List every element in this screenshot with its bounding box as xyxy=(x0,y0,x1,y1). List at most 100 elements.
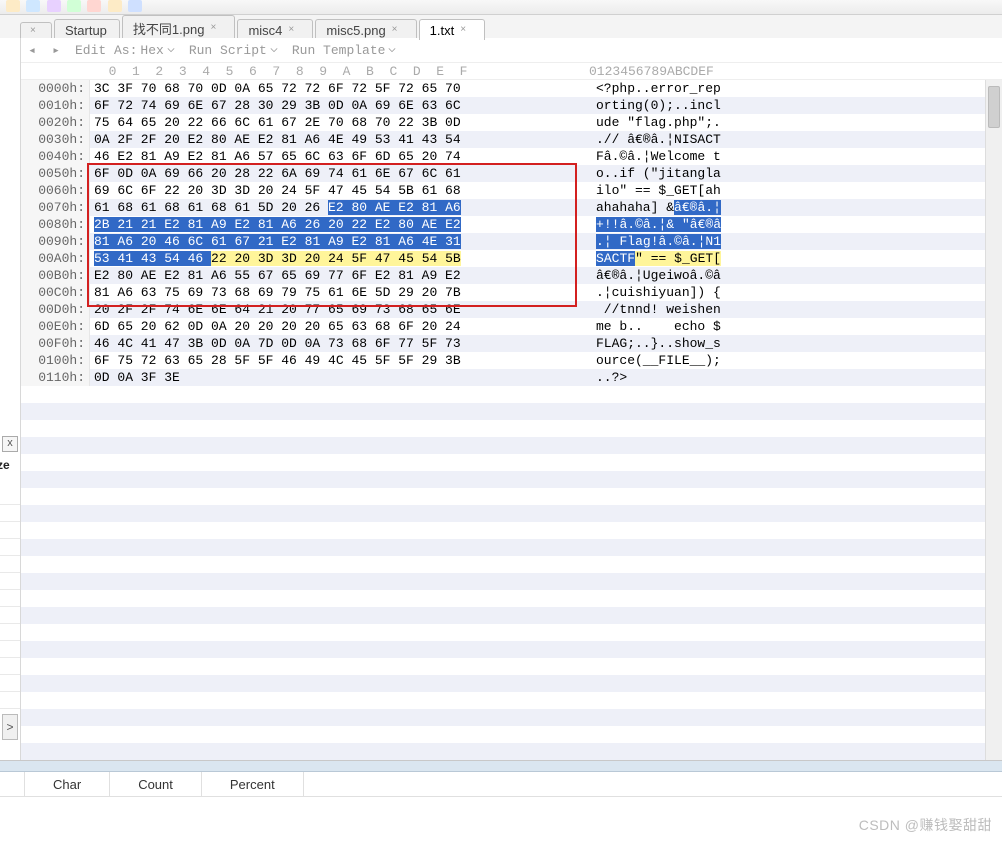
hex-row[interactable]: 00D0h:20 2F 2F 74 6E 6E 64 21 20 77 65 6… xyxy=(21,301,985,318)
close-icon[interactable]: × xyxy=(30,26,42,38)
hex-row[interactable]: 00C0h:81 A6 63 75 69 73 68 69 79 75 61 6… xyxy=(21,284,985,301)
tab-startup[interactable]: Startup xyxy=(54,19,120,40)
row-hex-bytes[interactable]: 6D 65 20 62 0D 0A 20 20 20 20 65 63 68 6… xyxy=(90,318,574,335)
run-script-dropdown[interactable]: Run Script xyxy=(189,43,278,58)
hex-row-empty xyxy=(21,709,985,726)
row-ascii[interactable]: o..if ("jitangla xyxy=(592,165,985,182)
row-ascii[interactable]: <?php..error_rep xyxy=(592,80,985,97)
row-hex-bytes[interactable]: E2 80 AE E2 81 A6 55 67 65 69 77 6F E2 8… xyxy=(90,267,574,284)
offset-header: 0 1 2 3 4 5 6 7 8 9 A B C D E F xyxy=(89,64,573,79)
row-address: 0050h: xyxy=(21,165,90,182)
vertical-scrollbar[interactable] xyxy=(985,80,1002,761)
row-hex-bytes[interactable]: 0D 0A 3F 3E xyxy=(90,369,574,386)
row-hex-bytes[interactable]: 46 E2 81 A9 E2 81 A6 57 65 6C 63 6F 6D 6… xyxy=(90,148,574,165)
row-hex-bytes[interactable]: 69 6C 6F 22 20 3D 3D 20 24 5F 47 45 54 5… xyxy=(90,182,574,199)
edit-as-label: Edit As: xyxy=(75,43,137,58)
row-ascii[interactable]: ude "flag.php";. xyxy=(592,114,985,131)
panel-handle[interactable] xyxy=(0,761,1002,772)
hex-row[interactable]: 0090h:81 A6 20 46 6C 61 67 21 E2 81 A9 E… xyxy=(21,233,985,250)
row-ascii[interactable]: .¦cuishiyuan]) { xyxy=(592,284,985,301)
row-hex-bytes[interactable]: 6F 72 74 69 6E 67 28 30 29 3B 0D 0A 69 6… xyxy=(90,97,574,114)
row-ascii[interactable]: .// â€®â.¦NISACT xyxy=(592,131,985,148)
hex-row[interactable]: 0000h:3C 3F 70 68 70 0D 0A 65 72 72 6F 7… xyxy=(21,80,985,97)
row-ascii[interactable]: SACTF" == $_GET[ xyxy=(592,250,985,267)
hex-row[interactable]: 0010h:6F 72 74 69 6E 67 28 30 29 3B 0D 0… xyxy=(21,97,985,114)
close-icon[interactable]: × xyxy=(210,23,222,35)
edit-as-value: Hex xyxy=(140,43,163,58)
row-ascii[interactable]: orting(0);..incl xyxy=(592,97,985,114)
hex-row[interactable]: 00B0h:E2 80 AE E2 81 A6 55 67 65 69 77 6… xyxy=(21,267,985,284)
row-hex-bytes[interactable]: 2B 21 21 E2 81 A9 E2 81 A6 26 20 22 E2 8… xyxy=(90,216,574,233)
hex-row[interactable]: 0070h:61 68 61 68 61 68 61 5D 20 26 E2 8… xyxy=(21,199,985,216)
col-percent[interactable]: Percent xyxy=(202,772,304,796)
edit-as-dropdown[interactable]: Edit As: Hex xyxy=(75,43,175,58)
hex-row[interactable]: 0040h:46 E2 81 A9 E2 81 A6 57 65 6C 63 6… xyxy=(21,148,985,165)
nav-back-button[interactable]: ◂ xyxy=(27,43,37,58)
row-ascii[interactable]: //tnnd! weishen xyxy=(592,301,985,318)
row-ascii[interactable]: Fâ.©â.¦Welcome t xyxy=(592,148,985,165)
panel-close-button[interactable]: x xyxy=(2,436,18,452)
tool-icon[interactable] xyxy=(6,0,20,12)
row-hex-bytes[interactable]: 20 2F 2F 74 6E 6E 64 21 20 77 65 69 73 6… xyxy=(90,301,574,318)
hex-row[interactable]: 00F0h:46 4C 41 47 3B 0D 0A 7D 0D 0A 73 6… xyxy=(21,335,985,352)
tool-icon[interactable] xyxy=(108,0,122,12)
hex-column-header: 0 1 2 3 4 5 6 7 8 9 A B C D E F 01234567… xyxy=(21,63,1002,80)
hex-row[interactable]: 0020h:75 64 65 20 22 66 6C 61 67 2E 70 6… xyxy=(21,114,985,131)
nav-fwd-button[interactable]: ▸ xyxy=(51,43,61,58)
row-ascii[interactable]: ource(__FILE__); xyxy=(592,352,985,369)
hex-row[interactable]: 0050h:6F 0D 0A 69 66 20 28 22 6A 69 74 6… xyxy=(21,165,985,182)
row-hex-bytes[interactable]: 81 A6 20 46 6C 61 67 21 E2 81 A9 E2 81 A… xyxy=(90,233,574,250)
tool-icon[interactable] xyxy=(128,0,142,12)
row-ascii[interactable]: â€®â.¦Ugeiwoâ.©â xyxy=(592,267,985,284)
row-ascii[interactable]: ..?> xyxy=(592,369,985,386)
tab-file-2[interactable]: misc4× xyxy=(237,19,313,40)
run-template-label: Run Template xyxy=(292,43,386,58)
row-ascii[interactable]: +!!â.©â.¦& "â€®â xyxy=(592,216,985,233)
row-address: 00D0h: xyxy=(21,301,90,318)
tab-file-3[interactable]: misc5.png× xyxy=(315,19,416,40)
hex-rows[interactable]: 0000h:3C 3F 70 68 70 0D 0A 65 72 72 6F 7… xyxy=(21,80,985,761)
hex-row[interactable]: 00E0h:6D 65 20 62 0D 0A 20 20 20 20 65 6… xyxy=(21,318,985,335)
row-ascii[interactable]: ahahaha] &â€®â.¦ xyxy=(592,199,985,216)
hex-row-empty xyxy=(21,692,985,709)
row-ascii[interactable]: FLAG;..}..show_s xyxy=(592,335,985,352)
scrollbar-thumb[interactable] xyxy=(988,86,1000,128)
hex-row[interactable]: 00A0h:53 41 43 54 46 22 20 3D 3D 20 24 5… xyxy=(21,250,985,267)
col-char[interactable]: Char xyxy=(25,772,110,796)
col-count[interactable]: Count xyxy=(110,772,202,796)
row-hex-bytes[interactable]: 6F 0D 0A 69 66 20 28 22 6A 69 74 61 6E 6… xyxy=(90,165,574,182)
row-hex-bytes[interactable]: 0A 2F 2F 20 E2 80 AE E2 81 A6 4E 49 53 4… xyxy=(90,131,574,148)
row-hex-bytes[interactable]: 53 41 43 54 46 22 20 3D 3D 20 24 5F 47 4… xyxy=(90,250,574,267)
row-hex-bytes[interactable]: 75 64 65 20 22 66 6C 61 67 2E 70 68 70 2… xyxy=(90,114,574,131)
row-ascii[interactable]: ilo" == $_GET[ah xyxy=(592,182,985,199)
hex-row[interactable]: 0060h:69 6C 6F 22 20 3D 3D 20 24 5F 47 4… xyxy=(21,182,985,199)
tool-icon[interactable] xyxy=(26,0,40,12)
hex-row[interactable]: 0030h:0A 2F 2F 20 E2 80 AE E2 81 A6 4E 4… xyxy=(21,131,985,148)
chevron-right-icon: > xyxy=(6,720,13,734)
close-icon[interactable]: × xyxy=(460,25,472,37)
left-side-gutter: x ze > xyxy=(0,38,21,761)
tool-icon[interactable] xyxy=(67,0,81,12)
row-hex-bytes[interactable]: 81 A6 63 75 69 73 68 69 79 75 61 6E 5D 2… xyxy=(90,284,574,301)
tab-file-1[interactable]: 找不同1.png× xyxy=(122,15,236,40)
row-hex-bytes[interactable]: 46 4C 41 47 3B 0D 0A 7D 0D 0A 73 68 6F 7… xyxy=(90,335,574,352)
watermark-text: CSDN @赚钱娶甜甜 xyxy=(859,815,992,835)
chevron-down-icon xyxy=(388,46,396,54)
hex-row[interactable]: 0110h:0D 0A 3F 3E ..?> xyxy=(21,369,985,386)
hex-row-empty xyxy=(21,437,985,454)
close-icon[interactable]: × xyxy=(288,25,300,37)
tool-icon[interactable] xyxy=(87,0,101,12)
close-icon[interactable]: × xyxy=(392,25,404,37)
hex-row[interactable]: 0100h:6F 75 72 63 65 28 5F 5F 46 49 4C 4… xyxy=(21,352,985,369)
hex-row[interactable]: 0080h:2B 21 21 E2 81 A9 E2 81 A6 26 20 2… xyxy=(21,216,985,233)
row-ascii[interactable]: me b.. echo $ xyxy=(592,318,985,335)
col-label: Percent xyxy=(230,777,275,792)
run-template-dropdown[interactable]: Run Template xyxy=(292,43,397,58)
row-ascii[interactable]: .¦ Flag!â.©â.¦N1 xyxy=(592,233,985,250)
expand-panel-button[interactable]: > xyxy=(2,714,18,740)
row-hex-bytes[interactable]: 3C 3F 70 68 70 0D 0A 65 72 72 6F 72 5F 7… xyxy=(90,80,574,97)
tool-icon[interactable] xyxy=(47,0,61,12)
tab-file-4[interactable]: 1.txt× xyxy=(419,19,486,40)
row-hex-bytes[interactable]: 61 68 61 68 61 68 61 5D 20 26 E2 80 AE E… xyxy=(90,199,574,216)
row-hex-bytes[interactable]: 6F 75 72 63 65 28 5F 5F 46 49 4C 45 5F 5… xyxy=(90,352,574,369)
